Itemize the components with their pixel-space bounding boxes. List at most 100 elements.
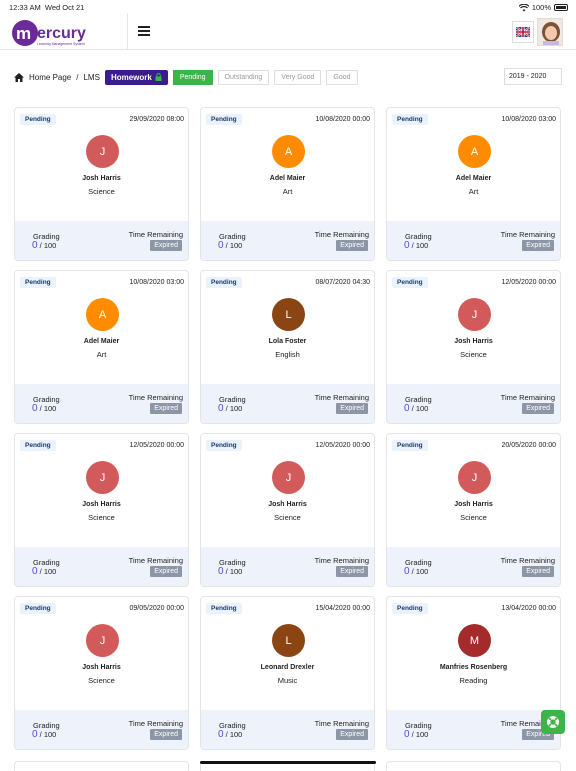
grading-score: 0 xyxy=(32,729,38,740)
grading-value: 0 / 100 xyxy=(404,566,428,577)
card-footer: Grading 0 / 100 Time Remaining Expired xyxy=(15,384,188,423)
grading-max: / 100 xyxy=(411,730,429,739)
status-badge: Pending xyxy=(392,277,428,288)
homework-card[interactable]: Pending 12/05/2020 00:00 J Josh Harris S… xyxy=(14,433,189,587)
homework-card[interactable]: Pending 13/04/2020 00:00 M Manfries Rose… xyxy=(386,596,561,750)
time-remaining-label: Time Remaining xyxy=(128,719,183,728)
grading-score: 0 xyxy=(218,729,224,740)
homework-card[interactable]: Pending 12/05/2020 00:00 J Josh Harris S… xyxy=(386,270,561,424)
status-badge: Pending xyxy=(392,114,428,125)
grading-score: 0 xyxy=(32,403,38,414)
card-footer: Grading 0 / 100 Time Remaining Expired xyxy=(15,547,188,586)
grading-value: 0 / 100 xyxy=(404,403,428,414)
svg-text:m: m xyxy=(16,24,31,43)
teacher-avatar: A xyxy=(86,298,119,331)
grading-max: / 100 xyxy=(411,404,429,413)
grading-value: 0 / 100 xyxy=(32,240,56,251)
subject-name: Science xyxy=(88,187,115,196)
card-footer: Grading 0 / 100 Time Remaining Expired xyxy=(201,547,374,586)
due-date: 13/04/2020 00:00 xyxy=(501,605,557,612)
home-icon[interactable] xyxy=(14,72,24,82)
homework-card[interactable]: Pending 15/04/2020 00:00 L Leonard Drexl… xyxy=(200,596,375,750)
teacher-name: Adel Maier xyxy=(455,175,492,182)
homework-card[interactable]: Pending 10/08/2020 00:00 A Adel Maier Ar… xyxy=(200,107,375,261)
battery-percent: 100% xyxy=(531,3,551,12)
status-bar: 12:33 AM Wed Oct 21 100% xyxy=(0,0,576,14)
grading-value: 0 / 100 xyxy=(218,729,242,740)
card-footer: Grading 0 / 100 Time Remaining Expired xyxy=(387,384,560,423)
breadcrumb-separator: / xyxy=(76,72,79,82)
avatar-initial: A xyxy=(284,145,293,158)
grading-score: 0 xyxy=(32,240,38,251)
homework-card[interactable]: Pending 09/05/2020 00:00 J Josh Harris S… xyxy=(14,596,189,750)
due-date: 20/05/2020 00:00 xyxy=(501,442,557,449)
due-date: 29/09/2020 08:00 xyxy=(129,116,185,123)
grading-max: / 100 xyxy=(39,404,57,413)
subject-name: Reading xyxy=(459,676,488,685)
status-badge: Pending xyxy=(206,603,242,614)
grading-score: 0 xyxy=(218,403,224,414)
teacher-name: Josh Harris xyxy=(82,664,121,671)
language-flag-icon[interactable] xyxy=(512,21,534,43)
grading-max: / 100 xyxy=(225,730,243,739)
hamburger-menu-icon[interactable] xyxy=(138,26,150,36)
teacher-name: Josh Harris xyxy=(454,501,493,508)
grading-value: 0 / 100 xyxy=(218,566,242,577)
grading-max: / 100 xyxy=(39,567,57,576)
avatar-initial: J xyxy=(99,634,106,647)
expired-badge: Expired xyxy=(336,403,368,414)
teacher-avatar: L xyxy=(272,298,305,331)
subject-name: Science xyxy=(460,513,487,522)
teacher-avatar: J xyxy=(458,461,491,494)
breadcrumb-lms[interactable]: LMS xyxy=(83,73,99,82)
grading-score: 0 xyxy=(32,566,38,577)
expired-badge: Expired xyxy=(150,403,182,414)
subject-name: English xyxy=(275,350,300,359)
status-badge: Pending xyxy=(206,114,242,125)
homework-card[interactable]: Pending 10/08/2020 03:00 A Adel Maier Ar… xyxy=(14,270,189,424)
filter-outstanding[interactable]: Outstanding xyxy=(217,69,270,85)
due-date: 12/05/2020 00:00 xyxy=(501,279,557,286)
status-badge: Pending xyxy=(20,277,56,288)
avatar-initial: A xyxy=(98,308,107,321)
due-date: 08/07/2020 04:30 xyxy=(315,279,371,286)
avatar-initial: J xyxy=(471,308,478,321)
homework-card[interactable]: Pending 20/05/2020 00:00 J Josh Harris S… xyxy=(386,433,561,587)
battery-icon xyxy=(554,4,568,11)
grading-max: / 100 xyxy=(411,567,429,576)
filter-pending[interactable]: Pending xyxy=(172,69,213,85)
homework-button[interactable]: Homework xyxy=(104,69,168,85)
homework-card[interactable]: Pending 12/05/2020 00:00 J Josh Harris S… xyxy=(200,433,375,587)
homework-card[interactable]: Pending 08/07/2020 04:30 L Lola Foster E… xyxy=(200,270,375,424)
filter-good[interactable]: Good xyxy=(326,69,358,85)
grading-value: 0 / 100 xyxy=(218,240,242,251)
mercury-logo[interactable]: m ercury Learning Management System xyxy=(10,16,112,48)
support-fab-button[interactable] xyxy=(541,710,565,734)
grading-score: 0 xyxy=(218,566,224,577)
status-time-date: 12:33 AM Wed Oct 21 xyxy=(9,3,84,12)
card-footer: Grading 0 / 100 Time Remaining Expired xyxy=(201,384,374,423)
teacher-avatar: M xyxy=(458,624,491,657)
grading-value: 0 / 100 xyxy=(32,403,56,414)
grading-max: / 100 xyxy=(411,241,429,250)
homework-grid: Pending 29/09/2020 08:00 J Josh Harris S… xyxy=(14,107,562,750)
grading-value: 0 / 100 xyxy=(32,566,56,577)
expired-badge: Expired xyxy=(522,566,554,577)
expired-badge: Expired xyxy=(336,566,368,577)
time-remaining-label: Time Remaining xyxy=(314,393,369,402)
teacher-name: Josh Harris xyxy=(454,338,493,345)
year-select[interactable]: 2019 - 2020 xyxy=(504,68,562,85)
homework-card-partial xyxy=(14,761,189,771)
user-avatar[interactable] xyxy=(537,18,563,46)
grading-score: 0 xyxy=(404,729,410,740)
breadcrumb: Home Page / LMS Homework Pending Outstan… xyxy=(14,68,358,86)
expired-badge: Expired xyxy=(522,403,554,414)
homework-card[interactable]: Pending 29/09/2020 08:00 J Josh Harris S… xyxy=(14,107,189,261)
filter-very-good[interactable]: Very Good xyxy=(274,69,322,85)
homework-card[interactable]: Pending 10/08/2020 03:00 A Adel Maier Ar… xyxy=(386,107,561,261)
teacher-name: Leonard Drexler xyxy=(260,664,315,671)
subject-name: Art xyxy=(96,350,107,359)
header-divider xyxy=(127,14,128,50)
avatar-initial: M xyxy=(469,634,480,647)
breadcrumb-home[interactable]: Home Page xyxy=(29,73,71,82)
